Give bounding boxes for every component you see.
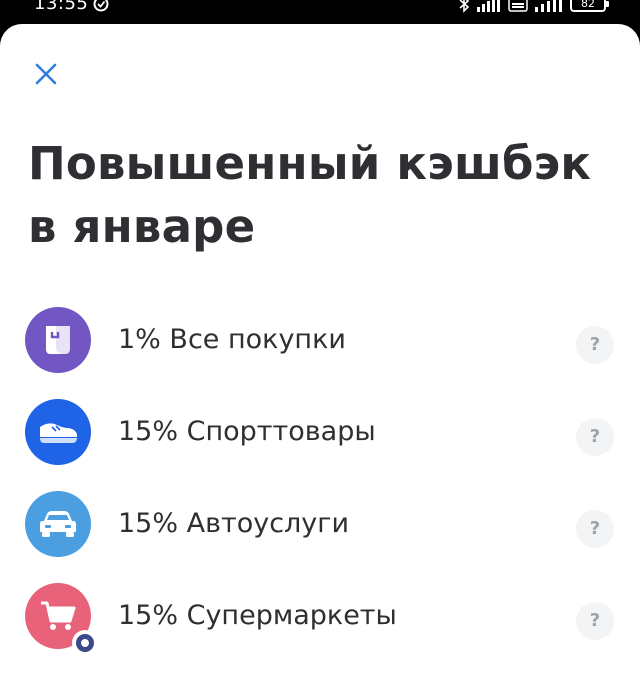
close-button[interactable] bbox=[26, 54, 66, 94]
status-time: 13:55 bbox=[34, 0, 89, 14]
cashback-item-all-purchases[interactable]: 1% Все покупки ? bbox=[0, 292, 640, 384]
bluetooth-icon bbox=[459, 0, 470, 13]
car-icon bbox=[40, 511, 76, 537]
category-icon-auto-services bbox=[25, 491, 91, 557]
cashback-list: 1% Все покупки ? 15% Спорттовары ? 15% А… bbox=[0, 292, 640, 660]
info-button[interactable]: ? bbox=[576, 602, 614, 640]
cashback-item-sports[interactable]: 15% Спорттовары ? bbox=[0, 384, 640, 476]
page-title: Повышенный кэшбэк в январе bbox=[28, 137, 592, 253]
cashback-sheet: Повышенный кэшбэк в январе 1% Все покупк… bbox=[0, 24, 640, 684]
shopping-cart-icon bbox=[41, 601, 76, 630]
signal-icon-2 bbox=[535, 0, 562, 12]
category-label: 15% Автоуслуги bbox=[118, 508, 350, 539]
signal-icon bbox=[477, 0, 500, 12]
battery-icon: 82 bbox=[570, 0, 609, 12]
cashback-item-supermarkets[interactable]: 15% Супермаркеты ? bbox=[0, 568, 640, 660]
category-label: 15% Спорттовары bbox=[118, 416, 376, 447]
category-icon-all-purchases bbox=[25, 307, 91, 373]
status-icons: 82 bbox=[458, 0, 609, 14]
info-button[interactable]: ? bbox=[576, 326, 614, 364]
status-bar: 13:55 82 bbox=[0, 0, 640, 22]
lte-icon bbox=[508, 0, 528, 12]
info-button[interactable]: ? bbox=[576, 510, 614, 548]
cashback-item-auto-services[interactable]: 15% Автоуслуги ? bbox=[0, 476, 640, 568]
category-label: 1% Все покупки bbox=[118, 324, 346, 355]
notification-badge bbox=[72, 630, 98, 656]
badge-dot-icon bbox=[76, 634, 94, 652]
info-button[interactable]: ? bbox=[576, 418, 614, 456]
category-icon-sports bbox=[25, 399, 91, 465]
category-label: 15% Супермаркеты bbox=[118, 600, 397, 631]
close-icon bbox=[35, 63, 57, 85]
alarm-icon bbox=[93, 0, 109, 12]
shopping-bag-icon bbox=[46, 326, 70, 354]
sneaker-icon bbox=[40, 423, 77, 443]
